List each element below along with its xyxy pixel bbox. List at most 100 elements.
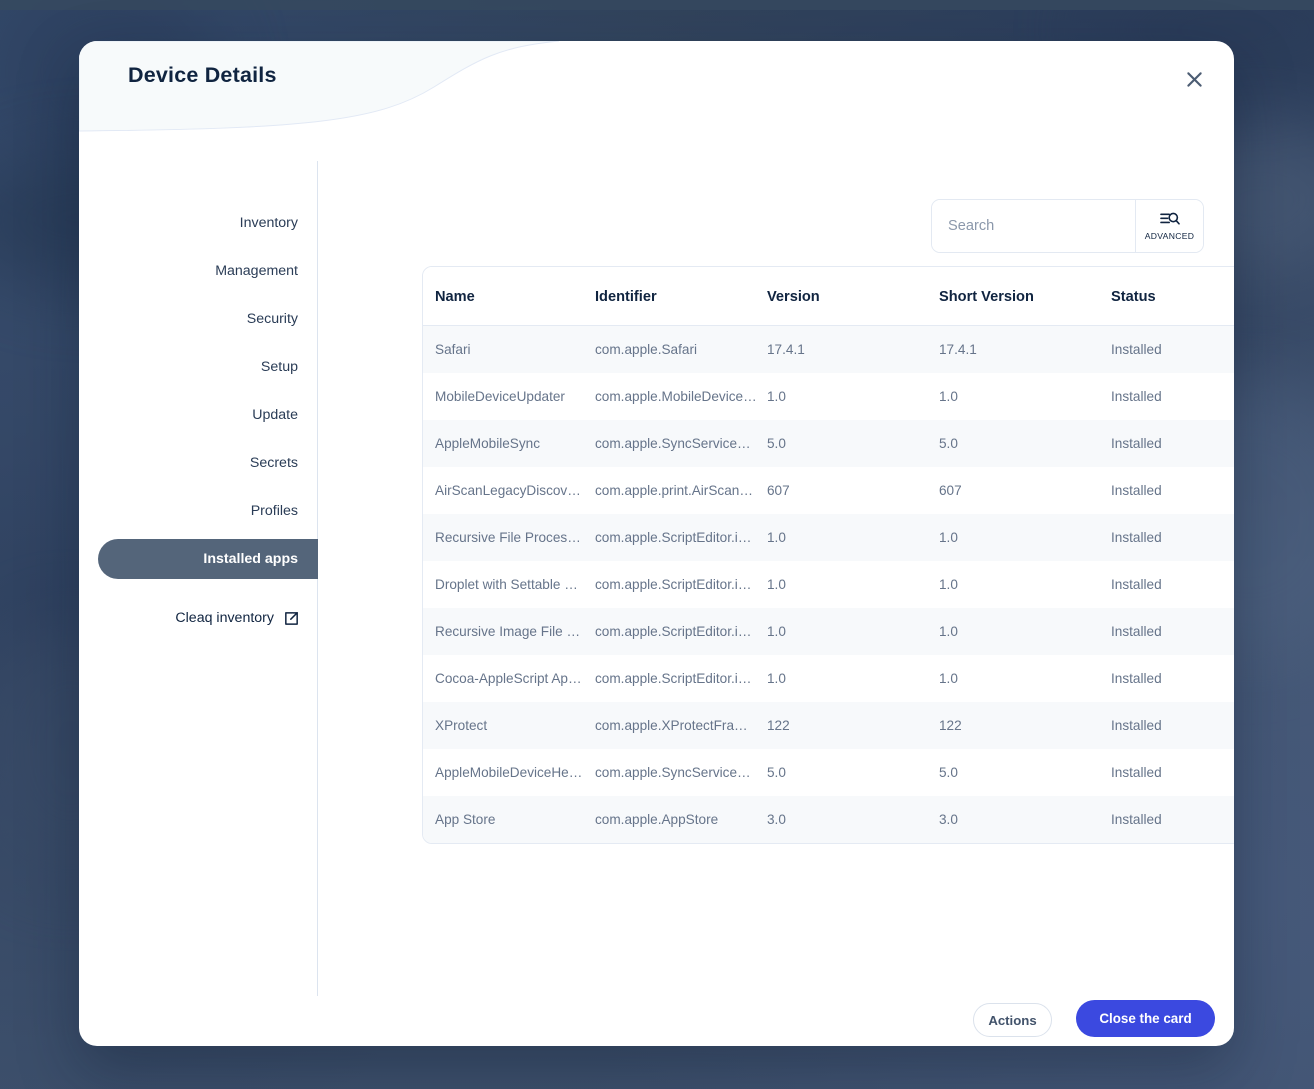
- advanced-search-button[interactable]: ADVANCED: [1135, 200, 1203, 252]
- table-row[interactable]: AirScanLegacyDiscovery com.apple.print.Ai…: [423, 467, 1234, 514]
- cell-name: Recursive File Processing Droplet: [435, 530, 595, 545]
- cell-name: AppleMobileDeviceHelper: [435, 765, 592, 780]
- cell-identifier: com.apple.Safari: [595, 342, 698, 357]
- filter-search-icon: [1159, 212, 1180, 225]
- sidebar-item-label: Installed apps: [203, 551, 298, 567]
- table-row[interactable]: XProtect com.apple.XProtectFramework 122 12…: [423, 702, 1234, 749]
- cell-version: 122: [767, 718, 790, 733]
- sidebar: Inventory Management Security Setup Upda…: [79, 161, 318, 996]
- cell-name: Safari: [435, 342, 471, 357]
- sidebar-item-inventory[interactable]: Inventory: [98, 203, 318, 243]
- cell-name: AppleMobileSync: [435, 436, 541, 451]
- header-curve-decoration: [79, 41, 560, 132]
- cell-identifier: com.apple.MobileDeviceUpdater: [595, 389, 767, 404]
- search-box: [932, 200, 1164, 252]
- cell-identifier: com.apple.print.AirScanLegacyDiscovery: [595, 483, 767, 498]
- cell-name: App Store: [435, 812, 496, 827]
- cell-short-version: 607: [939, 483, 962, 498]
- cell-name: Cocoa-AppleScript Applet: [435, 671, 590, 686]
- sidebar-item-label: Management: [215, 263, 298, 279]
- table-row[interactable]: AppleMobileSync com.apple.SyncServices.Ap…: [423, 420, 1234, 467]
- sidebar-item-setup[interactable]: Setup: [98, 347, 318, 387]
- table-head: Name Identifier Version Short Version St…: [423, 267, 1234, 326]
- sidebar-item-label: Security: [246, 311, 298, 327]
- cell-name: XProtect: [435, 718, 488, 733]
- search-toolbar: ADVANCED: [931, 199, 1204, 253]
- cell-version: 5.0: [767, 436, 786, 451]
- sidebar-item-label: Inventory: [239, 215, 298, 231]
- table-row[interactable]: Cocoa-AppleScript Applet com.apple.Script…: [423, 655, 1234, 702]
- cell-short-version: 1.0: [939, 389, 958, 404]
- cell-short-version: 1.0: [939, 530, 958, 545]
- cell-identifier: com.apple.AppStore: [595, 812, 719, 827]
- cell-short-version: 1.0: [939, 577, 958, 592]
- content-area: ADVANCED Name Identifier Version Short V…: [318, 161, 1234, 996]
- sidebar-item-label: Update: [252, 407, 298, 423]
- cell-status: Installed: [1111, 624, 1162, 639]
- page-title: Device Details: [128, 63, 277, 87]
- column-header-short-version[interactable]: Short Version: [939, 267, 1111, 326]
- cell-identifier: com.apple.SyncServices.AppleMobileDevice…: [595, 765, 767, 780]
- cell-identifier: com.apple.XProtectFramework: [595, 718, 767, 733]
- sidebar-item-label: Setup: [260, 359, 298, 375]
- table-row[interactable]: AppleMobileDeviceHelper com.apple.SyncSer…: [423, 749, 1234, 796]
- sidebar-item-management[interactable]: Management: [98, 251, 318, 291]
- table-row[interactable]: Safari com.apple.Safari 17.4.1 17.4.1 Instal…: [423, 325, 1234, 373]
- cell-short-version: 5.0: [939, 765, 958, 780]
- table-header-row: Name Identifier Version Short Version St…: [423, 267, 1234, 326]
- cell-name: AirScanLegacyDiscovery: [435, 483, 587, 498]
- table-row[interactable]: MobileDeviceUpdater com.apple.MobileDevic…: [423, 373, 1234, 420]
- cell-identifier: com.apple.SyncServices.AppleMobileSync: [595, 436, 767, 451]
- cell-identifier: com.apple.ScriptEditor.id.Droplet-with-S…: [595, 577, 767, 592]
- cell-short-version: 5.0: [939, 436, 958, 451]
- column-header-identifier[interactable]: Identifier: [595, 267, 767, 326]
- modal-header: Device Details: [79, 41, 1234, 161]
- cell-version: 1.0: [767, 671, 786, 686]
- sidebar-item-label: Cleaq inventory: [175, 610, 274, 626]
- sidebar-item-label: Profiles: [250, 503, 298, 519]
- close-icon-button[interactable]: [1176, 61, 1212, 97]
- installed-apps-table: Name Identifier Version Short Version St…: [422, 266, 1234, 844]
- sidebar-item-security[interactable]: Security: [98, 299, 318, 339]
- cell-short-version: 122: [939, 718, 962, 733]
- table-body: Safari com.apple.Safari 17.4.1 17.4.1 Instal…: [423, 325, 1234, 843]
- column-header-name[interactable]: Name: [423, 267, 595, 326]
- sidebar-item-installed-apps[interactable]: Installed apps: [98, 539, 318, 579]
- sidebar-item-label: Secrets: [249, 455, 298, 471]
- cell-version: 607: [767, 483, 790, 498]
- cell-version: 1.0: [767, 624, 786, 639]
- actions-button[interactable]: Actions: [973, 1003, 1052, 1037]
- cell-version: 1.0: [767, 389, 786, 404]
- column-header-version[interactable]: Version: [767, 267, 939, 326]
- cell-version: 5.0: [767, 765, 786, 780]
- table-row[interactable]: Recursive Image File Processing Dropletc…: [423, 608, 1234, 655]
- cell-version: 1.0: [767, 530, 786, 545]
- sidebar-item-update[interactable]: Update: [98, 395, 318, 435]
- cell-name: Droplet with Settable Properties: [435, 577, 595, 592]
- cell-status: Installed: [1111, 389, 1162, 404]
- column-header-status[interactable]: Status: [1111, 267, 1234, 326]
- cell-status: Installed: [1111, 483, 1162, 498]
- cell-status: Installed: [1111, 436, 1162, 451]
- cell-status: Installed: [1111, 812, 1162, 827]
- sidebar-item-cleaq-inventory[interactable]: Cleaq inventory: [98, 598, 318, 638]
- cell-short-version: 3.0: [939, 812, 958, 827]
- close-the-card-button[interactable]: Close the card: [1076, 1000, 1215, 1037]
- cell-version: 3.0: [767, 812, 786, 827]
- search-input[interactable]: [948, 218, 1136, 234]
- cell-identifier: com.apple.ScriptEditor.id.Cocoa-AppleScr…: [595, 671, 767, 686]
- cell-status: Installed: [1111, 718, 1162, 733]
- advanced-button-label: ADVANCED: [1144, 231, 1195, 241]
- sidebar-item-secrets[interactable]: Secrets: [98, 443, 318, 483]
- sidebar-item-profiles[interactable]: Profiles: [98, 491, 318, 531]
- apps-table: Name Identifier Version Short Version St…: [423, 267, 1234, 843]
- table-row[interactable]: App Store com.apple.AppStore 3.0 3.0 Install…: [423, 796, 1234, 843]
- cell-identifier: com.apple.ScriptEditor.id.Recursive-File…: [595, 530, 767, 545]
- table-row[interactable]: Droplet with Settable Propertiescom.appl…: [423, 561, 1234, 608]
- cell-name: MobileDeviceUpdater: [435, 389, 565, 404]
- table-row[interactable]: Recursive File Processing Dropletcom.app…: [423, 514, 1234, 561]
- cell-name: Recursive Image File Processing Droplet: [435, 624, 595, 639]
- modal-body: Inventory Management Security Setup Upda…: [79, 161, 1234, 996]
- cell-status: Installed: [1111, 671, 1162, 686]
- device-details-modal: Device Details Inventory Management Secu…: [79, 41, 1234, 1046]
